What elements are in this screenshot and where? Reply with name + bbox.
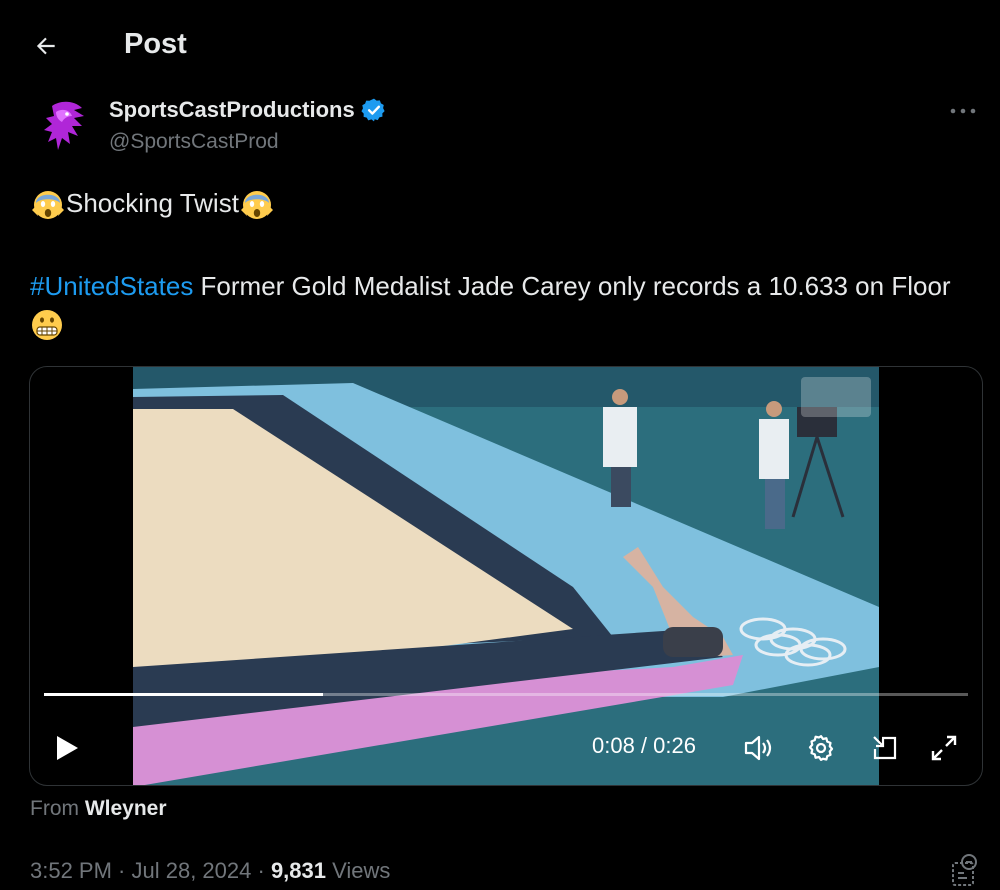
video-progress-fill <box>44 693 324 696</box>
purple-lion-logo-icon <box>44 101 84 150</box>
tweet-headline-text: Shocking Twist <box>66 187 239 218</box>
settings-gear-icon <box>808 735 834 761</box>
play-button[interactable] <box>50 731 84 765</box>
tweet-body-text: Former Gold Medalist Jade Carey only rec… <box>193 271 951 301</box>
video-progress-bar[interactable] <box>44 693 968 696</box>
page-title: Post <box>124 28 187 60</box>
back-arrow-icon <box>36 37 55 55</box>
volume-icon <box>744 735 772 761</box>
settings-button[interactable] <box>804 731 838 765</box>
post-time[interactable]: 3:52 PM <box>30 858 112 883</box>
tweet-text: #UnitedStates Former Gold Medalist Jade … <box>30 266 970 346</box>
views-label: Views <box>326 858 391 883</box>
author-handle[interactable]: @SportsCastProd <box>109 130 279 154</box>
analytics-button[interactable] <box>948 852 982 888</box>
post-meta: 3:52 PM · Jul 28, 2024 · 9,831 Views <box>30 858 390 884</box>
author-name[interactable]: SportsCastProductions <box>109 97 387 123</box>
avatar[interactable] <box>36 98 92 154</box>
more-options-button[interactable] <box>946 96 980 126</box>
author-block: SportsCastProductions @SportsCastProd <box>30 94 980 164</box>
post-date[interactable]: Jul 28, 2024 <box>132 858 252 883</box>
fullscreen-button[interactable] <box>927 731 961 765</box>
tweet-headline: Shocking Twist <box>30 186 275 220</box>
source-name-link[interactable]: Wleyner <box>85 797 167 820</box>
video-source-attribution: From Wleyner <box>30 797 167 821</box>
back-button[interactable] <box>28 28 64 64</box>
source-prefix: From <box>30 797 85 820</box>
video-player[interactable]: 0:08 / 0:26 <box>29 366 983 786</box>
meta-separator: · <box>111 858 132 883</box>
views-count: 9,831 <box>270 858 326 883</box>
picture-in-picture-icon <box>873 736 897 760</box>
video-frame <box>133 367 879 785</box>
analytics-icon <box>952 854 977 886</box>
picture-in-picture-button[interactable] <box>868 731 902 765</box>
more-dots-icon <box>950 108 976 114</box>
post-header: Post <box>0 0 1000 92</box>
fullscreen-icon <box>931 735 957 761</box>
play-icon <box>57 736 78 760</box>
author-name-text: SportsCastProductions <box>109 97 355 122</box>
meta-separator: · <box>251 858 271 883</box>
hashtag-link[interactable]: #UnitedStates <box>30 271 193 301</box>
volume-button[interactable] <box>742 731 776 765</box>
screaming-face-emoji-icon <box>32 191 64 219</box>
grimacing-face-emoji-icon <box>32 310 62 340</box>
video-time-display: 0:08 / 0:26 <box>592 733 696 758</box>
screaming-face-emoji-icon <box>240 191 273 219</box>
verified-badge-icon <box>361 98 385 122</box>
